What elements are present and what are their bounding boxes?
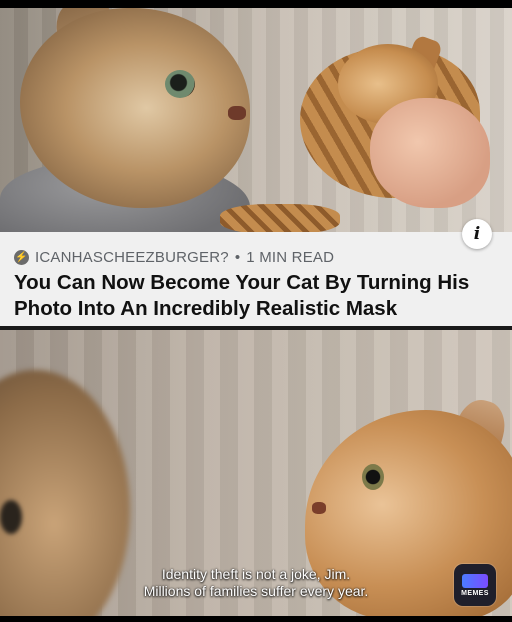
read-time: 1 MIN READ xyxy=(246,249,335,266)
article-card[interactable]: ⚡ ICANHASCHEEZBURGER? • 1 MIN READ You C… xyxy=(0,232,512,326)
meme-frame: i ⚡ ICANHASCHEEZBURGER? • 1 MIN READ You… xyxy=(0,0,512,622)
article-headline[interactable]: You Can Now Become Your Cat By Turning H… xyxy=(14,270,504,322)
caption-line-2: Millions of families suffer every year. xyxy=(143,583,369,599)
kitten-paw xyxy=(220,204,340,232)
memes-app-logo: MEMES xyxy=(454,564,496,606)
blurred-mask-eye xyxy=(0,500,22,534)
cat-nose xyxy=(312,502,326,514)
article-meta: ⚡ ICANHASCHEEZBURGER? • 1 MIN READ xyxy=(14,249,334,266)
amp-bolt-icon: ⚡ xyxy=(14,250,29,265)
meme-caption: Identity theft is not a joke, Jim. Milli… xyxy=(0,566,512,600)
source-name: ICANHASCHEEZBURGER? xyxy=(35,249,229,266)
memes-logo-icon xyxy=(462,573,488,588)
holding-hand xyxy=(370,98,490,208)
memes-logo-label: MEMES xyxy=(461,589,489,597)
mask-nose xyxy=(228,106,246,120)
cat-eye xyxy=(362,464,384,490)
bottom-border xyxy=(0,616,512,622)
caption-line-1: Identity theft is not a joke, Jim. xyxy=(161,566,351,582)
mask-eye xyxy=(165,70,195,98)
info-icon[interactable]: i xyxy=(462,219,492,249)
article-thumbnail-image[interactable] xyxy=(0,8,512,232)
meta-separator: • xyxy=(234,249,241,266)
